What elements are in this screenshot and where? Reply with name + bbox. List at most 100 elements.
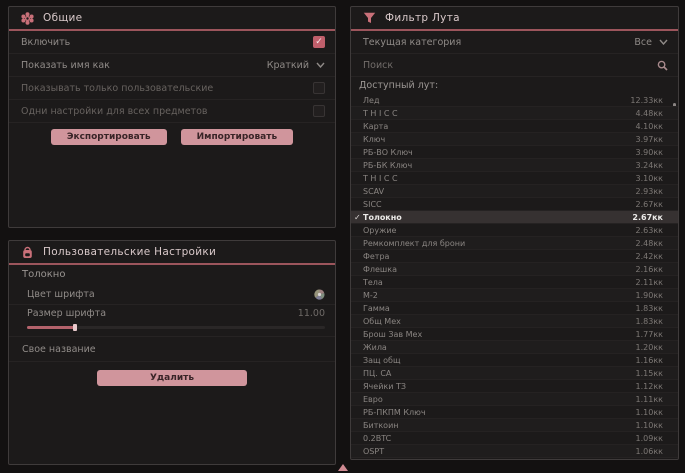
- loot-item-name: Ремкомплект для брони: [363, 239, 465, 248]
- loot-item-name: SICC: [363, 200, 382, 209]
- enable-checkbox[interactable]: [313, 36, 325, 48]
- export-import-row: Экспортировать Импортировать: [9, 123, 335, 151]
- custom-settings-header: Пользовательские Настройки: [9, 241, 335, 263]
- loot-filter-header: Фильтр Лута: [351, 7, 678, 29]
- export-button[interactable]: Экспортировать: [51, 129, 167, 145]
- font-color-label: Цвет шрифта: [27, 289, 95, 300]
- loot-row[interactable]: ✓ Флешка 2.16кк: [351, 263, 678, 276]
- custom-name-label: Свое название: [22, 344, 96, 355]
- loot-row[interactable]: ✓ T H I C C 4.48кк: [351, 107, 678, 120]
- name-display-dropdown[interactable]: Краткий: [267, 60, 325, 71]
- loot-item-name: Лед: [363, 96, 379, 105]
- loot-item-name: Ключ: [363, 135, 385, 144]
- check-icon: ✓: [354, 211, 361, 223]
- slider-track[interactable]: [27, 326, 325, 329]
- category-dropdown[interactable]: Все: [634, 37, 668, 48]
- loot-item-name: М-2: [363, 291, 378, 300]
- slider-fill: [27, 326, 75, 329]
- loot-row[interactable]: ✓ Толокно 2.67кк: [351, 211, 678, 224]
- loot-item-value: 1.90кк: [636, 291, 663, 300]
- loot-item-name: Общ Мех: [363, 317, 401, 326]
- loot-row[interactable]: ✓ SICC 2.67кк: [351, 198, 678, 211]
- loot-row[interactable]: ✓ М-2 1.90кк: [351, 289, 678, 302]
- loot-item-value: 2.63кк: [636, 226, 663, 235]
- loot-row[interactable]: ✓ Тела 2.11кк: [351, 276, 678, 289]
- loot-item-value: 2.42кк: [636, 252, 663, 261]
- available-loot-label: Доступный лут:: [351, 77, 678, 94]
- loot-item-name: Брош Зав Мех: [363, 330, 422, 339]
- loot-item-value: 1.83кк: [636, 317, 663, 326]
- loot-item-name: Тела: [363, 278, 383, 287]
- expand-handle-icon[interactable]: [338, 464, 348, 471]
- loot-item-value: 2.16кк: [636, 265, 663, 274]
- loot-item-name: Флешка: [363, 265, 397, 274]
- loot-row[interactable]: ✓ T H I C C 3.10кк: [351, 172, 678, 185]
- same-settings-checkbox[interactable]: [313, 105, 325, 117]
- loot-item-name: Жила: [363, 343, 387, 352]
- loot-item-value: 4.10кк: [636, 122, 663, 131]
- loot-item-name: Биткоин: [363, 421, 399, 430]
- loot-row[interactable]: ✓ РБ-ПКПМ Ключ 1.10кк: [351, 406, 678, 419]
- font-size-row: Размер шрифта 11.00: [9, 305, 335, 322]
- loot-row[interactable]: ✓ Карта 4.10кк: [351, 120, 678, 133]
- general-panel: Общие Включить Показать имя как Краткий …: [8, 6, 336, 228]
- search-icon[interactable]: [657, 60, 668, 71]
- loot-filter-panel: Фильтр Лута Текущая категория Все Доступ…: [350, 6, 679, 460]
- loot-row[interactable]: ✓ ОSPT 1.06кк: [351, 445, 678, 458]
- search-input[interactable]: [363, 60, 657, 71]
- loot-item-name: Защ общ: [363, 356, 400, 365]
- same-settings-label: Одни настройки для всех предметов: [21, 106, 207, 117]
- loot-item-value: 12.33кк: [630, 96, 663, 105]
- backpack-icon: [21, 246, 34, 259]
- loot-row[interactable]: ✓ Оружие 2.63кк: [351, 224, 678, 237]
- color-wheel-icon[interactable]: [314, 289, 325, 300]
- loot-row[interactable]: ✓ Жила 1.20кк: [351, 341, 678, 354]
- loot-row[interactable]: ✓ Брош Зав Мех 1.77кк: [351, 328, 678, 341]
- loot-item-value: 3.10кк: [636, 174, 663, 183]
- font-color-row: Цвет шрифта: [9, 284, 335, 305]
- font-size-label: Размер шрифта: [27, 308, 106, 319]
- loot-item-name: Ячейки ТЗ: [363, 382, 406, 391]
- loot-row[interactable]: ✓ Биткоин 1.10кк: [351, 419, 678, 432]
- only-custom-checkbox[interactable]: [313, 82, 325, 94]
- loot-row[interactable]: ✓ Ячейки ТЗ 1.12кк: [351, 380, 678, 393]
- loot-item-value: 1.09кк: [636, 434, 663, 443]
- import-button[interactable]: Импортировать: [181, 129, 294, 145]
- loot-row[interactable]: ✓ Евро 1.11кк: [351, 393, 678, 406]
- funnel-icon: [363, 12, 376, 24]
- loot-item-value: 2.11кк: [636, 278, 663, 287]
- setting-row-same-settings: Одни настройки для всех предметов: [9, 100, 335, 123]
- loot-row[interactable]: ✓ Защ общ 1.16кк: [351, 354, 678, 367]
- loot-row[interactable]: ✓ Лед 12.33кк: [351, 94, 678, 107]
- delete-button[interactable]: Удалить: [97, 370, 247, 386]
- font-size-slider[interactable]: [9, 322, 335, 337]
- loot-row[interactable]: ✓ РБ-БК Ключ 3.24кк: [351, 159, 678, 172]
- setting-row-name-display: Показать имя как Краткий: [9, 54, 335, 77]
- enable-label: Включить: [21, 37, 70, 48]
- general-panel-title: Общие: [43, 12, 82, 24]
- custom-settings-panel: Пользовательские Настройки Толокно Цвет …: [8, 240, 336, 465]
- loot-row[interactable]: ✓ Фетра 2.42кк: [351, 250, 678, 263]
- loot-item-value: 2.67кк: [636, 200, 663, 209]
- chevron-down-icon: [316, 62, 325, 68]
- category-row: Текущая категория Все: [351, 31, 678, 54]
- category-label: Текущая категория: [363, 37, 461, 48]
- chevron-down-icon: [659, 39, 668, 45]
- loot-row[interactable]: ✓ Ключ 3.97кк: [351, 133, 678, 146]
- loot-list: ✓ Лед 12.33кк ✓ T H I C C 4.48кк ✓ Карта…: [351, 94, 678, 458]
- loot-row[interactable]: ✓ 0.2BTC 1.09кк: [351, 432, 678, 445]
- loot-row[interactable]: ✓ Общ Мех 1.83кк: [351, 315, 678, 328]
- loot-item-name: SCAV: [363, 187, 384, 196]
- loot-row[interactable]: ✓ ПЦ. СА 1.15кк: [351, 367, 678, 380]
- loot-row[interactable]: ✓ SCAV 2.93кк: [351, 185, 678, 198]
- loot-item-name: Оружие: [363, 226, 396, 235]
- loot-item-name: РБ-БК Ключ: [363, 161, 412, 170]
- loot-item-name: 0.2BTC: [363, 434, 391, 443]
- loot-row[interactable]: ✓ Ремкомплект для брони 2.48кк: [351, 237, 678, 250]
- name-display-value: Краткий: [267, 60, 309, 71]
- slider-handle[interactable]: [73, 324, 77, 331]
- loot-row[interactable]: ✓ РБ-ВО Ключ 3.90кк: [351, 146, 678, 159]
- loot-row[interactable]: ✓ Гамма 1.83кк: [351, 302, 678, 315]
- custom-name-input[interactable]: [106, 343, 325, 356]
- loot-item-value: 1.11кк: [636, 395, 663, 404]
